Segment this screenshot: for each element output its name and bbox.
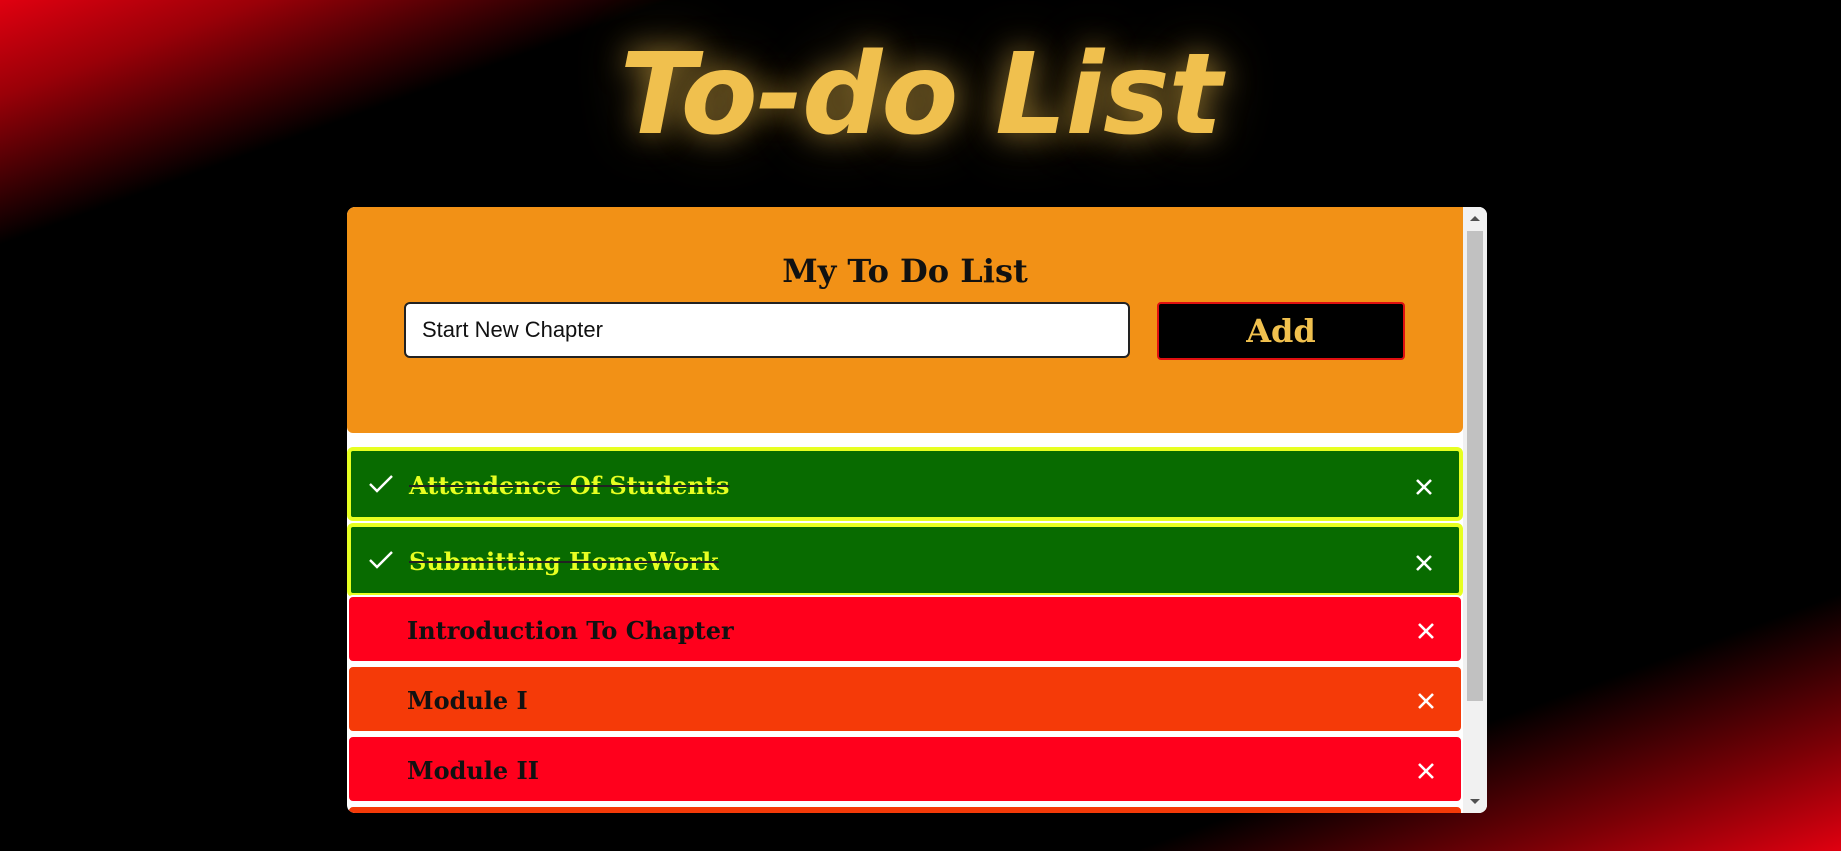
todo-header: My To Do List Add — [347, 207, 1463, 433]
task-label: Module II — [407, 756, 539, 785]
todo-heading: My To Do List — [782, 252, 1028, 290]
task-item[interactable]: Introduction To Chapter — [347, 595, 1463, 663]
task-item[interactable] — [347, 805, 1463, 813]
scrollbar[interactable] — [1463, 207, 1487, 813]
task-item-done[interactable]: Submitting HomeWork — [347, 523, 1463, 597]
add-button[interactable]: Add — [1157, 302, 1405, 360]
task-item[interactable]: Module II — [347, 735, 1463, 803]
todo-card-content: My To Do List Add Attendence Of Students — [347, 207, 1463, 813]
close-icon[interactable] — [1411, 474, 1437, 500]
task-label: Attendence Of Students — [409, 471, 730, 500]
scroll-down-arrow-icon[interactable] — [1463, 793, 1487, 811]
task-label: Submitting HomeWork — [409, 547, 719, 576]
todo-card: My To Do List Add Attendence Of Students — [347, 207, 1487, 813]
task-item-done[interactable]: Attendence Of Students — [347, 447, 1463, 521]
check-icon — [369, 551, 393, 569]
close-icon[interactable] — [1411, 550, 1437, 576]
check-icon — [369, 475, 393, 493]
task-label: Introduction To Chapter — [407, 616, 734, 645]
close-icon[interactable] — [1413, 688, 1439, 714]
scrollbar-thumb[interactable] — [1467, 231, 1483, 701]
page-title: To-do List — [619, 30, 1222, 160]
close-icon[interactable] — [1413, 758, 1439, 784]
task-input[interactable] — [404, 302, 1130, 358]
task-label: Module I — [407, 686, 528, 715]
task-item[interactable]: Module I — [347, 665, 1463, 733]
scroll-up-arrow-icon[interactable] — [1463, 209, 1487, 227]
close-icon[interactable] — [1413, 618, 1439, 644]
